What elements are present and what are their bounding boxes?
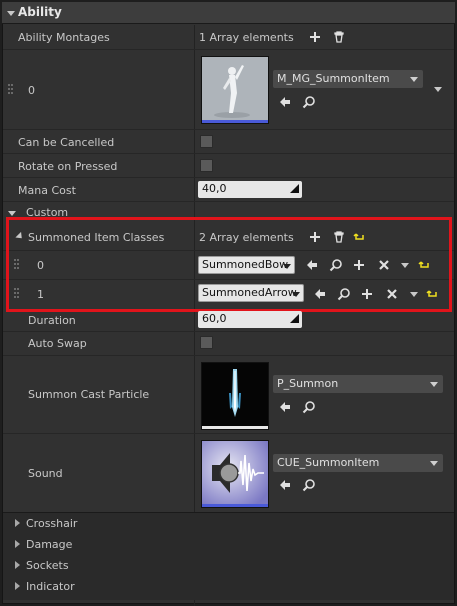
use-selected-asset-icon[interactable] [278,400,292,414]
category-sockets[interactable]: Sockets [3,555,454,576]
row-separator [3,433,454,434]
expand-arrow-icon[interactable] [15,582,20,590]
mana-cost-value: 40,0 [202,182,227,195]
element-options-icon[interactable] [434,87,442,92]
ability-montages-label: Ability Montages [18,31,110,44]
category-indicator[interactable]: Indicator [3,576,454,597]
chevron-down-icon [430,461,438,466]
row-separator [3,355,454,356]
sound-label: Sound [28,467,63,480]
row-separator [3,49,454,50]
row-separator [3,129,454,130]
auto-swap-checkbox[interactable] [200,336,213,349]
mana-cost-label: Mana Cost [18,184,76,197]
trash-icon[interactable] [332,30,346,44]
collapse-arrow-icon[interactable] [7,11,15,16]
drag-handle-icon[interactable] [8,84,14,96]
duration-field[interactable]: 60,0 [198,311,302,328]
can-be-cancelled-label: Can be Cancelled [18,136,115,149]
category-label: Indicator [26,580,75,593]
sound-asset-combo[interactable]: CUE_SummonItem [273,454,443,472]
expand-arrow-icon[interactable] [15,540,20,548]
category-damage[interactable]: Damage [3,534,454,555]
montage-asset-combo[interactable]: M_MG_SummonItem [273,70,423,88]
expand-arrow-icon[interactable] [15,519,20,527]
summon-cast-particle-label: Summon Cast Particle [28,388,150,401]
can-be-cancelled-checkbox[interactable] [200,135,213,148]
row-separator [3,331,454,332]
category-label: Damage [26,538,73,551]
browse-asset-icon[interactable] [302,400,316,414]
category-label: Sockets [26,559,69,572]
section-title: Ability [18,5,62,19]
character-pose-icon [202,57,268,123]
auto-swap-label: Auto Swap [28,337,87,350]
rotate-on-pressed-label: Rotate on Pressed [18,160,118,173]
sound-thumbnail[interactable] [201,440,269,508]
chevron-down-icon [430,382,438,387]
duration-label: Duration [28,314,76,327]
category-label: Crosshair [26,517,78,530]
highlight-box [6,217,452,312]
sound-asset-name: CUE_SummonItem [277,456,380,469]
column-divider-bottom [194,600,195,606]
collapse-arrow-icon[interactable] [8,211,16,216]
row-separator [3,177,454,178]
rotate-on-pressed-checkbox[interactable] [200,159,213,172]
category-crosshair[interactable]: Crosshair [3,513,454,534]
particle-thumbnail[interactable] [201,362,269,430]
particle-preview-icon [202,363,268,429]
duration-value: 60,0 [202,312,227,325]
resize-grip-icon[interactable] [290,184,299,193]
browse-asset-icon[interactable] [302,95,316,109]
particle-asset-name: P_Summon [277,377,339,390]
ability-section-header[interactable]: Ability [2,2,455,24]
montage-asset-name: M_MG_SummonItem [277,72,390,85]
chevron-down-icon [410,77,418,82]
ability-montages-count: 1 Array elements [199,31,294,44]
row-separator [3,153,454,154]
particle-asset-combo[interactable]: P_Summon [273,375,443,393]
browse-asset-icon[interactable] [302,478,316,492]
use-selected-asset-icon[interactable] [278,478,292,492]
use-selected-asset-icon[interactable] [278,95,292,109]
mana-cost-field[interactable]: 40,0 [198,181,302,198]
expand-arrow-icon[interactable] [15,561,20,569]
montage-index: 0 [28,84,35,97]
row-separator [3,201,454,202]
add-element-icon[interactable] [308,30,322,44]
speaker-waveform-icon [202,441,268,507]
montage-thumbnail[interactable] [201,56,269,124]
resize-grip-icon[interactable] [290,314,299,323]
